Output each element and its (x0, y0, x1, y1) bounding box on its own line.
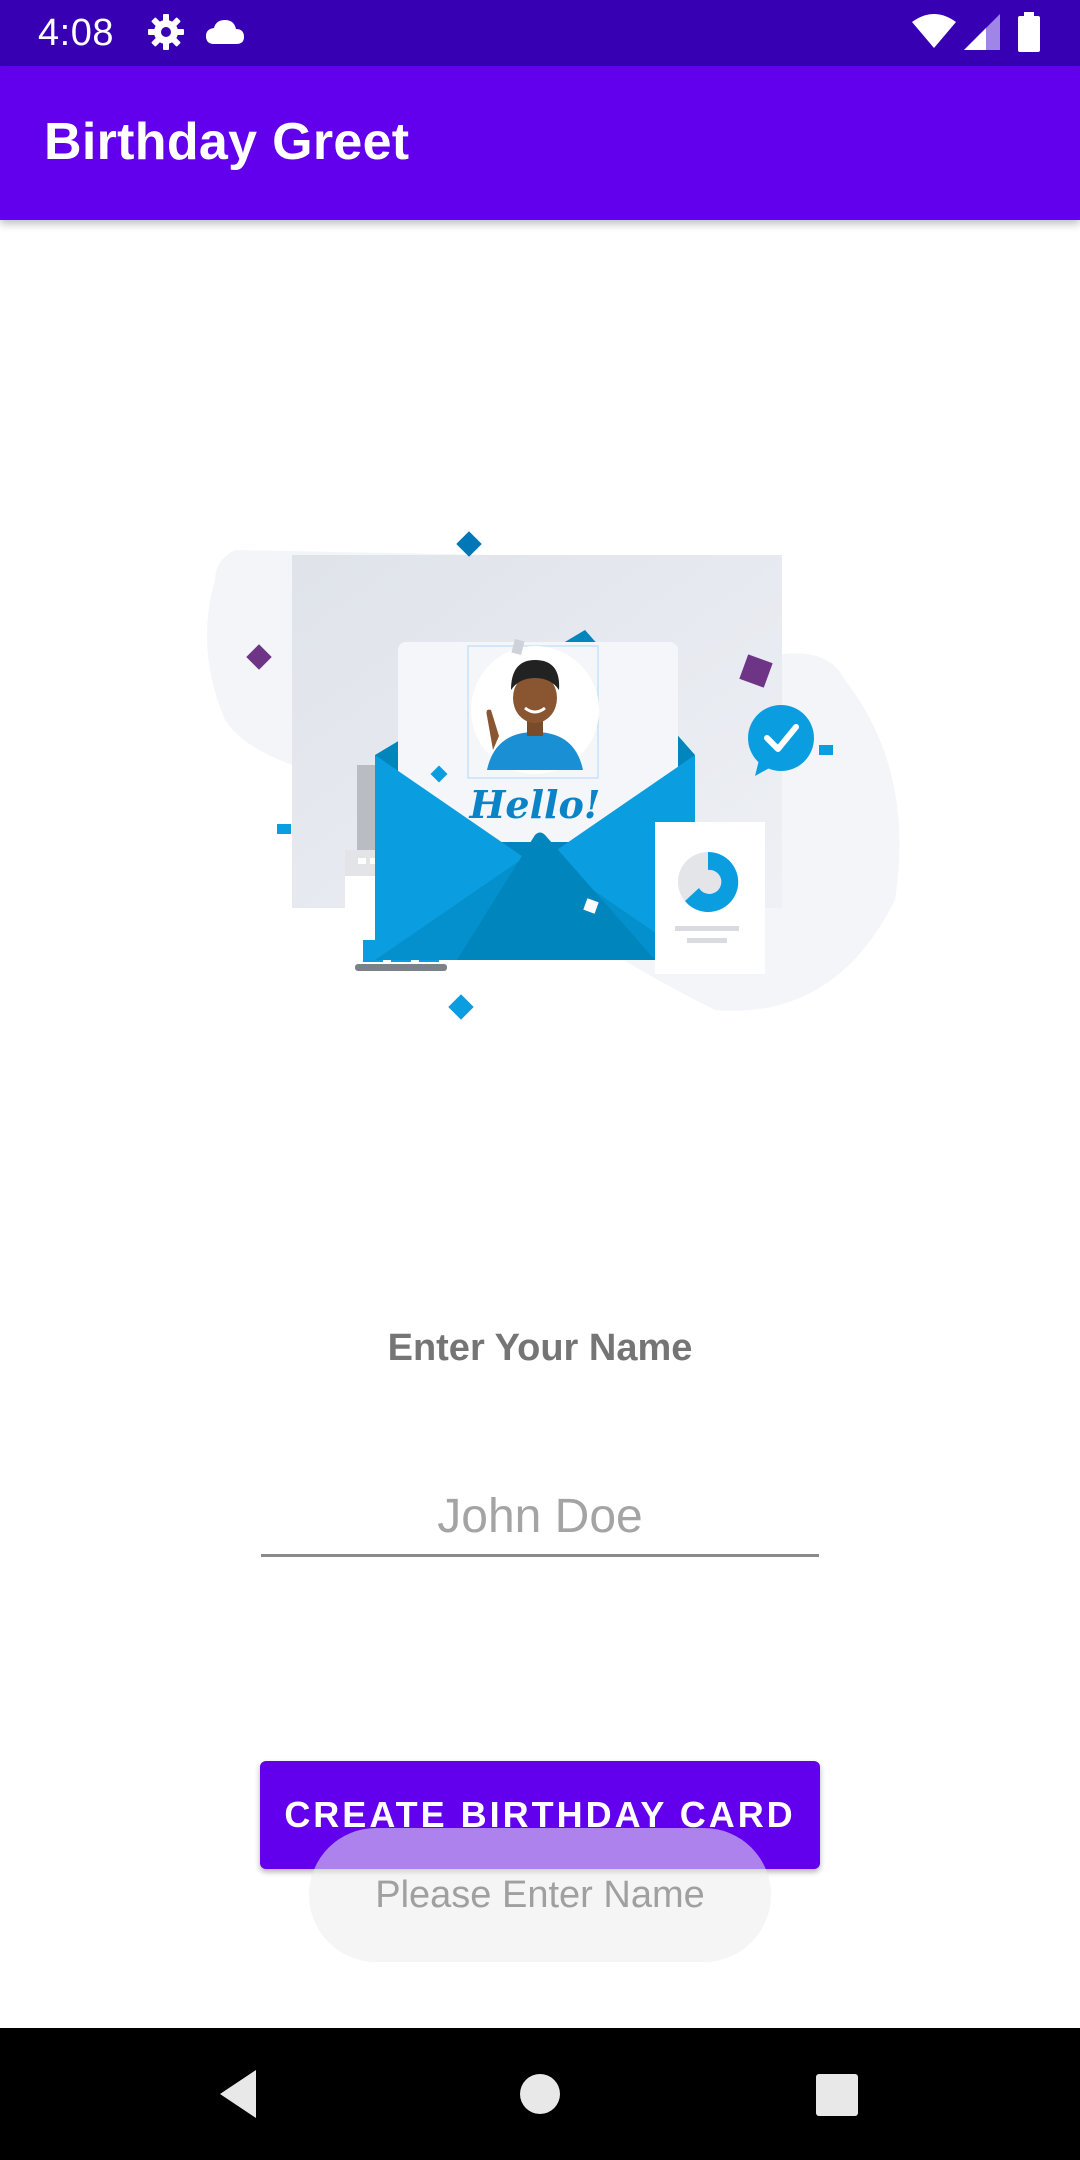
name-input-container (261, 1478, 819, 1558)
screen: 4:08 Birthday Greet Hello! Enter Your Na… (0, 0, 1080, 2160)
battery-icon (1018, 12, 1040, 57)
home-icon[interactable] (504, 2058, 576, 2130)
signal-icon (964, 14, 1000, 55)
recents-icon[interactable] (800, 2058, 872, 2130)
cloud-icon (204, 16, 246, 53)
app-title: Birthday Greet (44, 113, 410, 171)
status-time: 4:08 (38, 12, 114, 54)
gear-icon (146, 12, 186, 57)
toast-message: Please Enter Name (309, 1828, 771, 1962)
enter-name-label: Enter Your Name (387, 1327, 693, 1369)
hello-text: Hello! (469, 782, 601, 827)
status-bar: 4:08 (0, 0, 1080, 66)
navigation-bar (0, 2028, 1080, 2160)
app-bar: Birthday Greet (0, 66, 1080, 220)
wifi-icon (912, 14, 956, 55)
hello-envelope-illustration: Hello! (195, 520, 915, 1040)
back-icon[interactable] (204, 2058, 276, 2130)
name-input[interactable] (261, 1478, 819, 1557)
